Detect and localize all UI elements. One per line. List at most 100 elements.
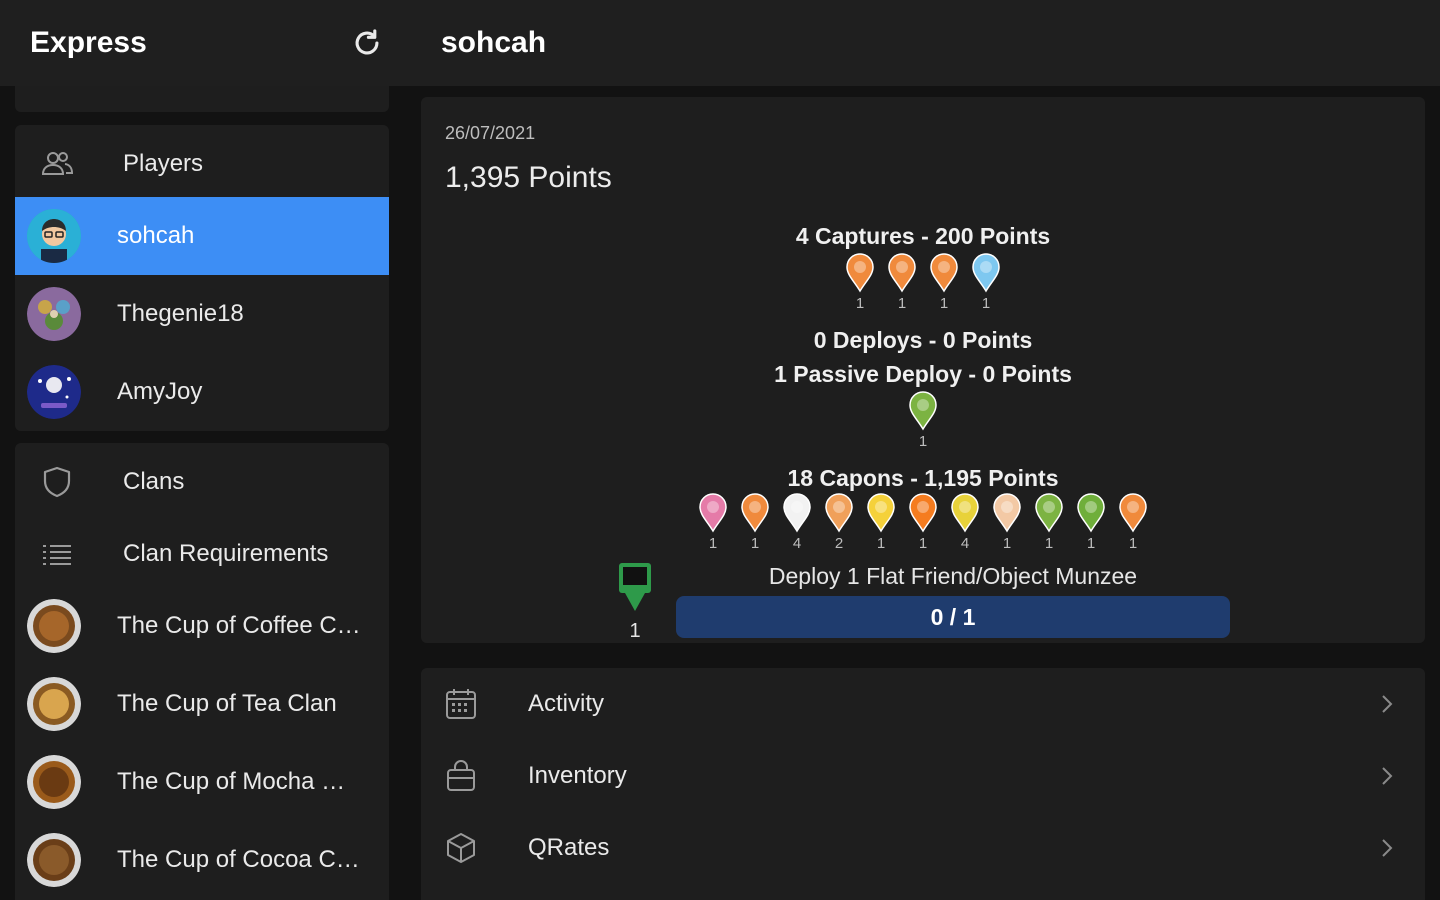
munzee-pin-icon [930, 253, 958, 293]
munzee-pin-icon [972, 253, 1000, 293]
cube-icon [447, 833, 475, 863]
munzee-pin[interactable]: 1 [970, 253, 1002, 312]
clan-row[interactable]: The Cup of Cocoa C… [15, 821, 389, 899]
menu-qrates[interactable]: QRates [421, 812, 1425, 884]
munzee-count: 1 [981, 295, 991, 312]
munzee-pin[interactable]: 1 [928, 253, 960, 312]
refresh-icon[interactable] [350, 26, 384, 60]
munzee-count: 1 [876, 535, 886, 552]
munzee-count: 2 [834, 535, 844, 552]
capons-title: 18 Capons - 1,195 Points [787, 465, 1059, 491]
clan-requirements-row[interactable]: Clan Requirements [15, 515, 389, 593]
capons-pins: 1 1 4 2 1 1 4 1 1 1 1 [421, 493, 1425, 552]
munzee-pin-icon [909, 391, 937, 431]
requirement-progress-bar: 0 / 1 [676, 596, 1230, 638]
sidebar: Players sohcah Thegenie18 AmyJoy Clans C… [0, 86, 402, 900]
munzee-pin-icon [783, 493, 811, 533]
munzee-count: 1 [855, 295, 865, 312]
avatar [27, 365, 81, 419]
clan-row[interactable]: The Cup of Tea Clan [15, 665, 389, 743]
munzee-count: 4 [960, 535, 970, 552]
clan-logo [27, 833, 81, 887]
search-row[interactable] [15, 86, 389, 112]
player-name: sohcah [117, 222, 195, 249]
clan-logo [27, 755, 81, 809]
deploys-title: 0 Deploys - 0 Points [813, 327, 1033, 353]
munzee-pin[interactable]: 1 [697, 493, 729, 552]
shield-icon [43, 466, 71, 498]
page-title: sohcah [441, 26, 547, 59]
munzee-pin-icon [993, 493, 1021, 533]
bag-icon [447, 760, 475, 791]
munzee-pin-icon [741, 493, 769, 533]
daily-activity-card: 26/07/2021 1,395 Points 4 Captures - 200… [421, 97, 1425, 643]
munzee-pin[interactable]: 1 [991, 493, 1023, 552]
flat-friend-icon: 1 [619, 563, 651, 641]
munzee-pin-icon [1119, 493, 1147, 533]
players-card: Players sohcah Thegenie18 AmyJoy [15, 125, 389, 431]
player-name: AmyJoy [117, 378, 203, 405]
munzee-pin-icon [1035, 493, 1063, 533]
menu-activity[interactable]: Activity [421, 668, 1425, 740]
munzee-count: 1 [1128, 535, 1138, 552]
munzee-pin[interactable]: 1 [1117, 493, 1149, 552]
clan-name: The Cup of Mocha … [117, 768, 346, 795]
avatar [27, 287, 81, 341]
clans-heading: Clans [123, 468, 185, 495]
player-row-thegenie18[interactable]: Thegenie18 [15, 275, 389, 353]
requirement-count: 1 [629, 620, 640, 641]
munzee-pin[interactable]: 4 [949, 493, 981, 552]
captures-title: 4 Captures - 200 Points [795, 223, 1051, 249]
munzee-pin[interactable]: 4 [781, 493, 813, 552]
requirement-text: Deploy 1 Flat Friend/Object Munzee [768, 563, 1138, 589]
munzee-pin-icon [867, 493, 895, 533]
munzee-pin[interactable]: 1 [865, 493, 897, 552]
total-points: 1,395 Points [445, 161, 612, 194]
munzee-pin[interactable]: 1 [844, 253, 876, 312]
player-row-amyjoy[interactable]: AmyJoy [15, 353, 389, 431]
munzee-count: 1 [918, 433, 928, 450]
passive-pins: 1 [421, 391, 1425, 450]
calendar-icon [446, 689, 476, 719]
munzee-count: 1 [897, 295, 907, 312]
activity-date: 26/07/2021 [445, 123, 536, 143]
munzee-count: 1 [1086, 535, 1096, 552]
munzee-pin[interactable]: 1 [907, 391, 939, 450]
clan-name: The Cup of Coffee C… [117, 612, 361, 639]
avatar [27, 209, 81, 263]
munzee-pin-icon [846, 253, 874, 293]
player-row-sohcah[interactable]: sohcah [15, 197, 389, 275]
munzee-pin-icon [951, 493, 979, 533]
clans-heading-row[interactable]: Clans [15, 443, 389, 521]
clan-row[interactable]: The Cup of Mocha … [15, 743, 389, 821]
app-title: Express [30, 26, 147, 59]
players-heading: Players [123, 150, 204, 177]
list-icon [43, 545, 71, 565]
munzee-pin-icon [825, 493, 853, 533]
clan-row[interactable]: The Cup of Coffee C… [15, 587, 389, 665]
menu-label: Activity [528, 690, 605, 717]
munzee-pin[interactable]: 1 [907, 493, 939, 552]
munzee-count: 1 [939, 295, 949, 312]
chevron-right-icon [1382, 767, 1393, 785]
clan-name: The Cup of Cocoa C… [117, 846, 360, 873]
player-name: Thegenie18 [117, 300, 244, 327]
menu-label: Inventory [528, 762, 627, 789]
munzee-count: 1 [918, 535, 928, 552]
munzee-count: 1 [708, 535, 718, 552]
player-menu: Activity Inventory QRates [421, 668, 1425, 900]
munzee-count: 4 [792, 535, 802, 552]
munzee-pin-icon [699, 493, 727, 533]
players-heading-row[interactable]: Players [15, 125, 389, 203]
munzee-pin[interactable]: 1 [886, 253, 918, 312]
munzee-count: 1 [750, 535, 760, 552]
munzee-pin[interactable]: 2 [823, 493, 855, 552]
munzee-pin[interactable]: 1 [1033, 493, 1065, 552]
munzee-pin-icon [1077, 493, 1105, 533]
clan-logo [27, 677, 81, 731]
munzee-pin[interactable]: 1 [739, 493, 771, 552]
people-icon [41, 152, 74, 175]
menu-inventory[interactable]: Inventory [421, 740, 1425, 812]
munzee-pin[interactable]: 1 [1075, 493, 1107, 552]
chevron-right-icon [1382, 695, 1393, 713]
